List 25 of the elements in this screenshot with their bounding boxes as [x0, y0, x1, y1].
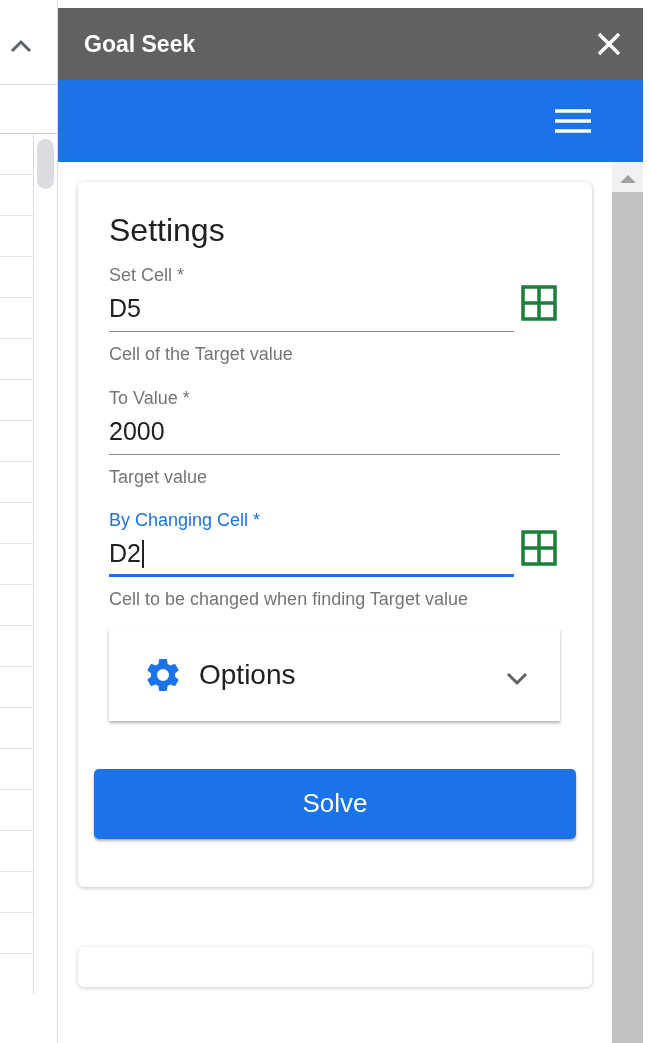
menu-icon[interactable]	[555, 108, 591, 134]
field-value: 2000	[109, 416, 166, 446]
card-title: Settings	[109, 212, 226, 249]
chevron-down-icon	[506, 671, 528, 686]
field-hint: Target value	[109, 466, 209, 489]
field-label: To Value *	[109, 387, 191, 409]
sheet-scrollbar[interactable]	[37, 139, 54, 189]
input-field[interactable]: Set Cell * D5	[109, 265, 514, 332]
grid-icon[interactable]	[521, 285, 557, 321]
grid-icon[interactable]	[521, 530, 557, 567]
options-label: Options	[199, 658, 297, 691]
options-panel[interactable]: Options	[109, 628, 560, 721]
field-hint: Cell of the Target value	[109, 344, 294, 366]
solve-button[interactable]: Solve	[94, 768, 576, 839]
field-value: D2	[109, 539, 514, 569]
field-label: Set Cell *	[109, 265, 186, 286]
scrollbar[interactable]	[612, 162, 643, 1043]
field-label: By Changing Cell *	[109, 510, 262, 532]
input-field[interactable]: To Value * 2000	[109, 387, 560, 455]
chevron-up-icon[interactable]	[10, 39, 32, 53]
window-title: Goal Seek	[84, 30, 196, 58]
field-hint: Cell to be changed when finding Target value	[109, 589, 469, 611]
close-icon[interactable]	[597, 32, 621, 56]
field-value: D5	[109, 294, 142, 323]
input-field[interactable]: By Changing Cell * D2	[109, 510, 514, 578]
